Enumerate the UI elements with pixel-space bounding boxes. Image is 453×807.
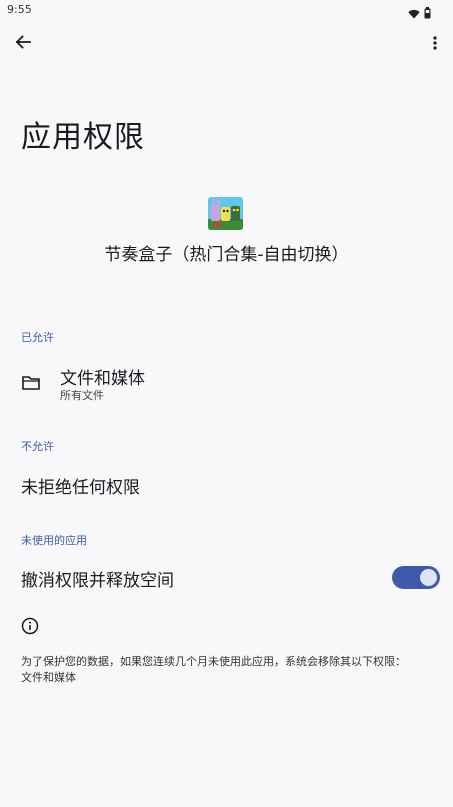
- status-icons: [408, 4, 431, 23]
- status-bar: 9:55: [0, 0, 453, 22]
- section-header-unused: 未使用的应用: [21, 534, 87, 547]
- folder-icon: [21, 374, 41, 392]
- page-title: 应用权限: [21, 120, 145, 155]
- auto-revoke-note: 为了保护您的数据，如果您连续几个月未使用此应用，系统会移除其以下权限： 文件和媒…: [21, 654, 436, 686]
- top-app-bar: [0, 26, 453, 62]
- no-denied-permissions-text: 未拒绝任何权限: [21, 478, 140, 498]
- info-icon: [21, 617, 39, 635]
- section-header-denied: 不允许: [21, 440, 54, 453]
- arrow-back-icon: [15, 34, 31, 54]
- back-button[interactable]: [10, 31, 36, 57]
- more-vert-icon: [433, 35, 437, 54]
- status-time: 9:55: [7, 3, 32, 16]
- app-icon: [208, 197, 243, 230]
- wifi-icon: [408, 4, 420, 23]
- auto-revoke-note-line1: 为了保护您的数据，如果您连续几个月未使用此应用，系统会移除其以下权限：: [21, 655, 406, 668]
- revoke-permissions-label: 撤消权限并释放空间: [21, 571, 174, 591]
- toggle-knob: [420, 569, 437, 586]
- auto-revoke-note-line2: 文件和媒体: [21, 671, 76, 684]
- section-header-allowed: 已允许: [21, 331, 54, 344]
- revoke-permissions-toggle[interactable]: [392, 566, 440, 589]
- permission-item-files-media[interactable]: 文件和媒体 所有文件: [0, 364, 453, 406]
- battery-icon: [424, 4, 431, 23]
- permission-subtitle: 所有文件: [60, 389, 104, 402]
- more-options-button[interactable]: [425, 31, 445, 57]
- app-name: 节奏盒子（热门合集-自由切换）: [104, 245, 349, 265]
- permission-title: 文件和媒体: [60, 369, 145, 389]
